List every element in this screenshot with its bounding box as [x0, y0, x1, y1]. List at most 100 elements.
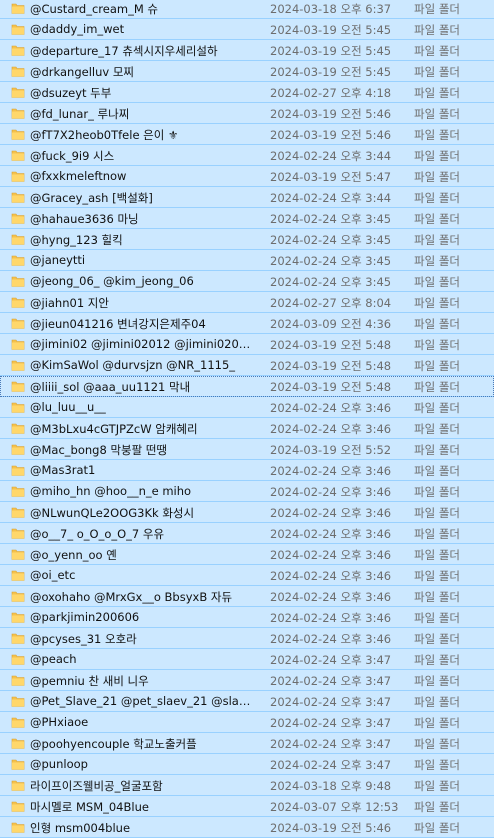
folder-icon — [11, 757, 25, 771]
item-type: 파일 폴더 — [414, 401, 460, 415]
folder-name: @o__7_ o_O_o_O_7 우유 — [30, 527, 165, 541]
file-row[interactable]: @fuck_9i9 시스 2024-02-24 오후 3:44 파일 폴더 — [0, 145, 494, 166]
item-type: 파일 폴더 — [414, 170, 460, 184]
file-row[interactable]: @fd_lunar_ 루나찌 2024-03-19 오전 5:46 파일 폴더 — [0, 103, 494, 124]
file-row[interactable]: @fT7X2heob0Tfele 은이 ⚜ 2024-03-19 오전 5:46 파… — [0, 124, 494, 145]
date-modified: 2024-02-24 오후 3:44 — [270, 191, 392, 205]
file-row[interactable]: @lu_luu__u__ 2024-02-24 오후 3:46 파일 폴더 — [0, 397, 494, 418]
file-row[interactable]: @o__7_ o_O_o_O_7 우유 2024-02-24 오후 3:46 파일 … — [0, 523, 494, 544]
item-type: 파일 폴더 — [414, 464, 460, 478]
date-modified: 2024-03-19 오전 5:45 — [270, 23, 392, 37]
item-type: 파일 폴더 — [414, 107, 460, 121]
folder-icon — [11, 799, 25, 813]
file-row[interactable]: @jiahn01 지안 2024-02-27 오후 8:04 파일 폴더 — [0, 292, 494, 313]
file-row[interactable]: 라이프이즈웰비공_얼굴포함 2024-03-18 오후 9:48 파일 폴더 — [0, 775, 494, 796]
folder-name: @fuck_9i9 시스 — [30, 149, 115, 163]
date-modified: 2024-02-24 오후 3:47 — [270, 737, 392, 751]
file-row[interactable]: @PHxiaoe 2024-02-24 오후 3:47 파일 폴더 — [0, 712, 494, 733]
folder-icon — [11, 589, 25, 603]
item-type: 파일 폴더 — [414, 275, 460, 289]
file-row[interactable]: @pemniu 찬 새비 니우 2024-02-24 오후 3:47 파일 폴더 — [0, 670, 494, 691]
file-row[interactable]: @NLwunQLe2OOG3Kk 화성시 2024-02-24 오후 3:46 파일… — [0, 502, 494, 523]
file-row[interactable]: @Pet_Slave_21 @pet_slaev_21 @slaev s... 2… — [0, 691, 494, 712]
item-type: 파일 폴더 — [414, 800, 460, 814]
item-type: 파일 폴더 — [414, 548, 460, 562]
file-row[interactable]: @liiii_sol @aaa_uu1121 막내 2024-03-19 오전 5… — [0, 376, 494, 397]
date-modified: 2024-02-24 오후 3:47 — [270, 716, 392, 730]
file-row[interactable]: @oi_etc 2024-02-24 오후 3:46 파일 폴더 — [0, 565, 494, 586]
folder-name: @jiahn01 지안 — [30, 296, 109, 310]
folder-icon — [11, 148, 25, 162]
item-type: 파일 폴더 — [414, 737, 460, 751]
file-row[interactable]: @oxohaho @MrxGx__o BbsyxB 자듀 2024-02-24 오… — [0, 586, 494, 607]
file-row[interactable]: @parkjimin200606 2024-02-24 오후 3:46 파일 폴더 — [0, 607, 494, 628]
folder-name: @Custard_cream_M 슈 — [30, 2, 158, 16]
file-row[interactable]: 인형 msm004blue 2024-03-19 오전 5:46 파일 폴더 — [0, 817, 494, 838]
folder-icon — [11, 85, 25, 99]
folder-icon — [11, 484, 25, 498]
folder-name: @jimini02 @jimini02012 @jimini0201 ... — [30, 337, 256, 351]
file-row[interactable]: @punloop 2024-02-24 오후 3:47 파일 폴더 — [0, 754, 494, 775]
file-row[interactable]: @Mas3rat1 2024-02-24 오후 3:46 파일 폴더 — [0, 460, 494, 481]
item-type: 파일 폴더 — [414, 23, 460, 37]
item-type: 파일 폴더 — [414, 296, 460, 310]
folder-icon — [11, 652, 25, 666]
file-row[interactable]: @Mac_bong8 막붕팔 떤땡 2024-03-19 오전 5:52 파일 폴더 — [0, 439, 494, 460]
file-row[interactable]: @dsuzeyt 두부 2024-02-27 오후 4:18 파일 폴더 — [0, 82, 494, 103]
folder-icon — [11, 211, 25, 225]
folder-icon — [11, 400, 25, 414]
file-row[interactable]: @peach 2024-02-24 오후 3:47 파일 폴더 — [0, 649, 494, 670]
file-row[interactable]: @KimSaWol @durvsjzn @NR_1115_ 2024-03-19 … — [0, 355, 494, 376]
file-row[interactable]: @Gracey_ash [백설화] 2024-02-24 오후 3:44 파일 폴더 — [0, 187, 494, 208]
file-row[interactable]: @daddy_im_wet 2024-03-19 오전 5:45 파일 폴더 — [0, 19, 494, 40]
file-row[interactable]: @jieun041216 변녀강지은제주04 2024-03-09 오전 4:36… — [0, 313, 494, 334]
folder-name: @poohyencouple 학교노출커플 — [30, 737, 197, 751]
folder-icon — [11, 106, 25, 120]
item-type: 파일 폴더 — [414, 254, 460, 268]
date-modified: 2024-03-19 오전 5:45 — [270, 44, 392, 58]
item-type: 파일 폴더 — [414, 233, 460, 247]
item-type: 파일 폴더 — [414, 695, 460, 709]
file-row[interactable]: @o_yenn_oo 옌 2024-02-24 오후 3:46 파일 폴더 — [0, 544, 494, 565]
file-row[interactable]: @drkangelluv 모찌 2024-03-19 오전 5:45 파일 폴더 — [0, 61, 494, 82]
date-modified: 2024-03-19 오전 5:47 — [270, 170, 392, 184]
date-modified: 2024-02-24 오후 3:47 — [270, 674, 392, 688]
file-row[interactable]: @fxxkmeleftnow 2024-03-19 오전 5:47 파일 폴더 — [0, 166, 494, 187]
date-modified: 2024-03-19 오전 5:48 — [270, 359, 392, 373]
date-modified: 2024-02-24 오후 3:46 — [270, 506, 392, 520]
date-modified: 2024-02-24 오후 3:46 — [270, 632, 392, 646]
file-row[interactable]: 마시멜로 MSM_04Blue 2024-03-07 오후 12:53 파일 폴더 — [0, 796, 494, 817]
file-row[interactable]: @jeong_06_ @kim_jeong_06 2024-02-24 오후 3:… — [0, 271, 494, 292]
date-modified: 2024-02-24 오후 3:46 — [270, 401, 392, 415]
folder-name: @liiii_sol @aaa_uu1121 막내 — [30, 380, 191, 394]
folder-name: @dsuzeyt 두부 — [30, 86, 112, 100]
folder-icon — [11, 337, 25, 351]
folder-icon — [11, 778, 25, 792]
file-row[interactable]: @M3bLxu4cGTJPZcW 암캐혜리 2024-02-24 오후 3:46 파… — [0, 418, 494, 439]
folder-name: @jeong_06_ @kim_jeong_06 — [30, 274, 194, 288]
file-row[interactable]: @departure_17 츄섹시지우세리설하 2024-03-19 오전 5:4… — [0, 40, 494, 61]
item-type: 파일 폴더 — [414, 86, 460, 100]
folder-name: @miho_hn @hoo__n_e miho — [30, 484, 192, 498]
file-row[interactable]: @jimini02 @jimini02012 @jimini0201 ... 20… — [0, 334, 494, 355]
folder-name: @Pet_Slave_21 @pet_slaev_21 @slaev s... — [30, 694, 256, 708]
file-row[interactable]: @hahaue3636 마닝 2024-02-24 오후 3:45 파일 폴더 — [0, 208, 494, 229]
date-modified: 2024-02-24 오후 3:45 — [270, 212, 392, 226]
file-row[interactable]: @janeytti 2024-02-24 오후 3:45 파일 폴더 — [0, 250, 494, 271]
folder-name: @NLwunQLe2OOG3Kk 화성시 — [30, 506, 195, 520]
folder-name: @janeytti — [30, 253, 86, 267]
item-type: 파일 폴더 — [414, 485, 460, 499]
file-row[interactable]: @poohyencouple 학교노출커플 2024-02-24 오후 3:47 파… — [0, 733, 494, 754]
file-row[interactable]: @pcyses_31 오호라 2024-02-24 오후 3:46 파일 폴더 — [0, 628, 494, 649]
folder-name: 라이프이즈웰비공_얼굴포함 — [30, 779, 163, 793]
item-type: 파일 폴더 — [414, 506, 460, 520]
file-row[interactable]: @Custard_cream_M 슈 2024-03-18 오후 6:37 파일 폴… — [0, 0, 494, 19]
folder-name: @oi_etc — [30, 568, 76, 582]
folder-icon — [11, 64, 25, 78]
date-modified: 2024-03-07 오후 12:53 — [270, 800, 399, 814]
file-row[interactable]: @hyng_123 힐킥 2024-02-24 오후 3:45 파일 폴더 — [0, 229, 494, 250]
file-row[interactable]: @miho_hn @hoo__n_e miho 2024-02-24 오후 3:4… — [0, 481, 494, 502]
folder-icon — [11, 43, 25, 57]
folder-icon — [11, 673, 25, 687]
item-type: 파일 폴더 — [414, 212, 460, 226]
